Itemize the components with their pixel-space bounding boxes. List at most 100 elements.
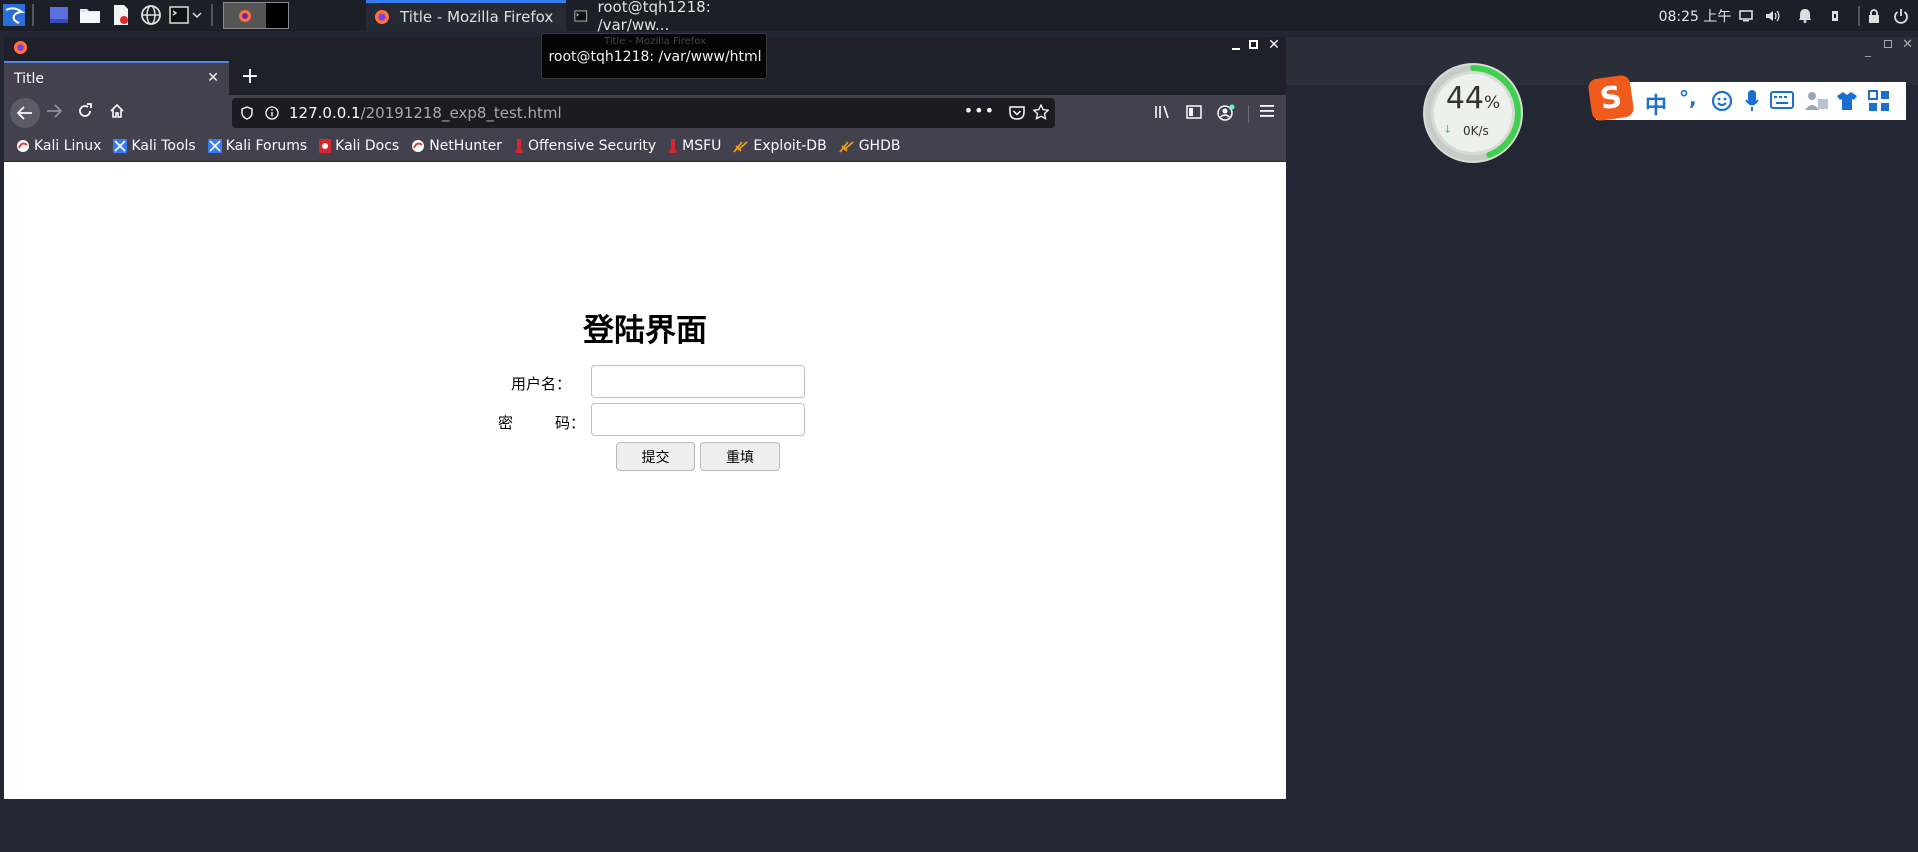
firefox-icon bbox=[239, 9, 251, 22]
reset-button[interactable]: 重填 bbox=[700, 442, 780, 471]
microphone-icon[interactable] bbox=[1744, 89, 1760, 113]
text-editor-icon[interactable] bbox=[110, 4, 132, 26]
minimize-icon[interactable]: _ bbox=[1865, 43, 1871, 57]
bookmark-kali-docs[interactable]: Kali Docs bbox=[319, 138, 399, 154]
back-button[interactable] bbox=[10, 98, 40, 128]
url-bar[interactable]: 127.0.0.1/20191218_exp8_test.html ••• bbox=[232, 98, 1055, 128]
chevron-down-icon[interactable] bbox=[191, 4, 203, 26]
home-button[interactable] bbox=[109, 103, 125, 119]
sogou-logo-icon[interactable]: S bbox=[1587, 74, 1635, 122]
workspace-2[interactable] bbox=[266, 3, 288, 28]
gauge-speed: 0K/s bbox=[1463, 124, 1489, 138]
ime-punctuation[interactable]: °, bbox=[1679, 86, 1697, 110]
task-label: Title - Mozilla Firefox bbox=[400, 8, 554, 26]
tab-title[interactable]: Title ✕ bbox=[4, 61, 229, 95]
bookmark-nethunter[interactable]: NetHunter bbox=[411, 138, 502, 154]
reload-icon bbox=[79, 103, 92, 117]
tab-close-icon[interactable]: ✕ bbox=[207, 70, 219, 86]
battery-icon[interactable] bbox=[1826, 0, 1844, 31]
submit-button[interactable]: 提交 bbox=[616, 442, 695, 471]
pocket-icon[interactable] bbox=[1009, 106, 1025, 120]
menu-icon[interactable] bbox=[1260, 105, 1274, 117]
maximize-button[interactable] bbox=[1249, 40, 1258, 49]
file-manager-icon[interactable] bbox=[78, 4, 102, 26]
reload-button[interactable] bbox=[77, 103, 93, 119]
home-icon bbox=[110, 103, 124, 118]
speed-gauge-widget[interactable]: 44% ↓ 0K/s bbox=[1423, 63, 1523, 163]
notifications-icon[interactable] bbox=[1795, 0, 1815, 31]
library-icon[interactable] bbox=[1154, 105, 1170, 119]
terminal-icon[interactable] bbox=[168, 4, 190, 26]
url-path: /20191218_exp8_test.html bbox=[360, 104, 562, 122]
bookmark-kali-forums[interactable]: Kali Forums bbox=[207, 138, 308, 154]
firefox-window: ✕ Title ✕ + 127.0.0.1/20191218_exp8_test… bbox=[4, 37, 1286, 799]
gauge-percent-number: 44 bbox=[1445, 81, 1485, 116]
user-toolbox-icon[interactable] bbox=[1804, 90, 1830, 112]
bookmark-msfu[interactable]: MSFU bbox=[668, 138, 721, 154]
bookmarks-toolbar: Kali Linux Kali Tools Kali Forums Kali D… bbox=[4, 131, 1286, 161]
password-input[interactable] bbox=[591, 403, 805, 436]
clock[interactable]: 08:25 上午 bbox=[1650, 0, 1740, 31]
toolbox-grid-icon[interactable] bbox=[1868, 90, 1890, 112]
bookmark-kali-tools[interactable]: Kali Tools bbox=[113, 138, 196, 154]
shield-icon[interactable] bbox=[241, 106, 253, 120]
forward-button[interactable] bbox=[46, 104, 62, 118]
emoji-icon[interactable] bbox=[1711, 90, 1733, 112]
ime-mode[interactable]: 中 bbox=[1645, 88, 1667, 120]
skin-shirt-icon[interactable] bbox=[1836, 90, 1858, 112]
volume-icon[interactable] bbox=[1762, 0, 1784, 31]
page-heading: 登陆界面 bbox=[583, 313, 707, 349]
kali-forums-icon bbox=[207, 139, 222, 153]
gauge-percent-sign: % bbox=[1484, 93, 1501, 113]
workspace-1[interactable] bbox=[224, 3, 266, 28]
minimize-button[interactable] bbox=[1229, 38, 1243, 54]
arrow-left-icon bbox=[17, 106, 32, 120]
toolbar-separator bbox=[1248, 105, 1249, 123]
account-icon[interactable] bbox=[1217, 104, 1235, 122]
exploit-db-icon bbox=[733, 141, 748, 153]
sidebar-icon[interactable] bbox=[1186, 105, 1202, 119]
kali-docs-icon bbox=[319, 139, 332, 153]
username-input[interactable] bbox=[591, 365, 805, 398]
bookmark-label: Kali Tools bbox=[131, 138, 196, 154]
close-icon[interactable]: ✕ bbox=[1902, 37, 1913, 52]
lock-icon[interactable] bbox=[1864, 0, 1884, 31]
star-icon[interactable] bbox=[1033, 104, 1049, 120]
task-firefox[interactable]: Title - Mozilla Firefox bbox=[366, 0, 566, 31]
ghdb-icon bbox=[839, 141, 854, 153]
kali-menu-icon[interactable] bbox=[2, 4, 26, 26]
kali-icon bbox=[17, 140, 29, 152]
bookmark-offensive-security[interactable]: Offensive Security bbox=[514, 138, 656, 154]
close-button[interactable]: ✕ bbox=[1266, 37, 1282, 55]
maximize-icon[interactable] bbox=[1884, 40, 1892, 48]
task-terminal[interactable]: root@tqh1218: /var/ww... bbox=[566, 0, 766, 34]
workspace-switcher[interactable] bbox=[223, 2, 289, 29]
page-actions-icon[interactable]: ••• bbox=[964, 103, 995, 119]
info-icon[interactable] bbox=[265, 106, 279, 120]
browser-globe-icon[interactable] bbox=[139, 4, 163, 26]
arrow-right-icon bbox=[47, 104, 62, 118]
bookmark-ghdb[interactable]: GHDB bbox=[839, 138, 901, 154]
kali-tools-icon bbox=[113, 139, 128, 153]
bookmark-label: GHDB bbox=[858, 138, 901, 154]
bookmark-label: Kali Docs bbox=[335, 138, 400, 154]
power-icon[interactable] bbox=[1890, 0, 1912, 31]
show-desktop-icon[interactable] bbox=[48, 4, 70, 26]
new-tab-button[interactable]: + bbox=[238, 65, 262, 89]
nethunter-icon bbox=[412, 140, 425, 152]
display-icon[interactable] bbox=[1736, 0, 1756, 31]
panel-separator bbox=[211, 4, 213, 26]
bookmark-label: Kali Forums bbox=[225, 138, 308, 154]
bookmark-exploit-db[interactable]: Exploit-DB bbox=[733, 138, 827, 154]
firefox-icon bbox=[13, 40, 28, 55]
offensive-security-icon bbox=[514, 139, 523, 153]
bookmark-label: Offensive Security bbox=[527, 138, 657, 154]
page-content: 登陆界面 用户名： 密 码： 提交 重填 bbox=[4, 162, 1286, 799]
bookmark-label: Kali Linux bbox=[34, 138, 102, 154]
panel-separator bbox=[1858, 6, 1860, 26]
bookmark-label: NetHunter bbox=[429, 138, 502, 154]
keyboard-icon[interactable] bbox=[1770, 91, 1794, 109]
download-arrow-icon: ↓ bbox=[1443, 123, 1453, 136]
bookmark-kali-linux[interactable]: Kali Linux bbox=[16, 138, 101, 154]
tooltip-text: root@tqh1218: /var/www/html bbox=[548, 49, 762, 65]
